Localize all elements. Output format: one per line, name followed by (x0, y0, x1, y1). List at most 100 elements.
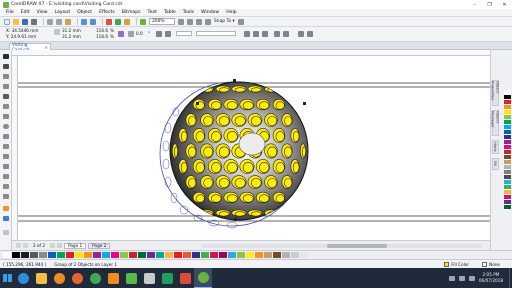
palette-swatch[interactable] (156, 252, 164, 258)
volume-icon[interactable] (458, 275, 465, 281)
palette-swatch[interactable] (93, 252, 101, 258)
artistic-media-icon[interactable] (3, 104, 9, 109)
menu-window[interactable]: Window (201, 10, 219, 15)
taskbar-media-button[interactable] (50, 268, 68, 288)
rectangle-tool-icon[interactable] (3, 114, 9, 119)
menu-tools[interactable]: Tools (183, 10, 194, 15)
mirror-horizontal-icon[interactable] (156, 31, 162, 37)
previous-page-button[interactable] (23, 243, 28, 248)
ellipse-tool-icon[interactable] (3, 124, 9, 129)
drawing-canvas[interactable] (18, 56, 490, 240)
crop-tool-icon[interactable] (3, 74, 9, 79)
transparency-icon[interactable] (3, 184, 9, 189)
palette-swatch[interactable] (192, 252, 200, 258)
options-gear-icon[interactable] (237, 18, 244, 25)
paste-icon[interactable] (65, 18, 71, 25)
minimize-button[interactable]: – (467, 0, 482, 9)
horizontal-scrollbar[interactable] (202, 243, 482, 248)
close-button[interactable]: ✕ (497, 0, 512, 9)
palette-swatch[interactable] (30, 252, 38, 258)
menu-text[interactable]: Text (148, 10, 157, 15)
pick-tool-icon[interactable] (3, 54, 9, 59)
connector-tool-icon[interactable] (3, 164, 9, 169)
group-icon[interactable] (244, 31, 250, 37)
palette-swatch[interactable] (129, 252, 137, 258)
palette-swatch[interactable] (111, 252, 119, 258)
snap-to-button[interactable]: Snap To ▾ (214, 19, 235, 24)
palette-swatch[interactable] (12, 252, 20, 258)
palette-swatch[interactable] (264, 252, 272, 258)
height-field[interactable]: 31.2 mm (62, 34, 81, 39)
object-properties-tab[interactable]: Object Properties (491, 80, 501, 106)
x-position-field[interactable]: X: 34.5446 mm (6, 28, 38, 33)
taskbar-app-button[interactable] (122, 268, 140, 288)
palette-swatch[interactable] (165, 252, 173, 258)
network-icon[interactable] (448, 275, 455, 281)
menu-effects[interactable]: Effects (99, 10, 115, 15)
smart-fill-icon[interactable] (3, 216, 9, 221)
palette-swatch[interactable] (48, 252, 56, 258)
palette-swatch[interactable] (504, 205, 511, 210)
align-distribute-icon[interactable] (298, 31, 304, 37)
palette-swatch[interactable] (291, 252, 299, 258)
import-icon[interactable] (106, 18, 112, 25)
palette-swatch[interactable] (147, 252, 155, 258)
palette-swatch[interactable] (84, 252, 92, 258)
document-tab[interactable]: Visiting Card.cdr × (9, 42, 51, 52)
page-tab-1[interactable]: Page 1 (64, 242, 87, 249)
zoom-tool-icon[interactable] (3, 84, 9, 89)
menu-help[interactable]: Help (226, 10, 236, 15)
scale-height-field[interactable]: 116.6 (96, 34, 108, 39)
full-screen-icon[interactable] (178, 18, 184, 25)
redo-icon[interactable] (90, 18, 96, 25)
palette-swatch[interactable] (174, 252, 182, 258)
taskbar-app-button[interactable] (140, 268, 158, 288)
width-field[interactable]: 31.2 mm (62, 28, 81, 33)
taskbar-app-button[interactable] (176, 268, 194, 288)
palette-swatch[interactable] (138, 252, 146, 258)
scale-width-field[interactable]: 116.6 (96, 28, 108, 33)
application-launcher-icon[interactable] (140, 18, 146, 25)
palette-swatch[interactable] (120, 252, 128, 258)
clock[interactable]: 2:05 PM 06/07/2018 (479, 272, 503, 284)
palette-swatch[interactable] (237, 252, 245, 258)
guidelines-icon[interactable] (205, 18, 211, 25)
fill-tab[interactable]: Fill (492, 158, 499, 170)
taskbar-vlc-button[interactable] (104, 268, 122, 288)
fill-color-swatch[interactable] (444, 261, 450, 267)
close-tab-icon[interactable]: × (44, 45, 48, 50)
menu-file[interactable]: File (6, 10, 14, 15)
palette-swatch[interactable] (210, 252, 218, 258)
save-icon[interactable] (22, 18, 28, 25)
taskbar-ie-button[interactable] (14, 268, 32, 288)
break-apart-icon[interactable] (283, 31, 289, 37)
last-page-button[interactable] (57, 243, 63, 248)
new-document-icon[interactable] (4, 18, 10, 25)
lock-ratio-icon[interactable] (118, 31, 124, 37)
interactive-fill-icon[interactable] (3, 206, 9, 211)
node-handle[interactable] (233, 79, 236, 82)
palette-swatch[interactable] (75, 252, 83, 258)
drop-shadow-icon[interactable] (3, 174, 9, 179)
menu-layout[interactable]: Layout (55, 10, 71, 15)
taskbar-explorer-button[interactable] (32, 268, 50, 288)
palette-swatch[interactable] (282, 252, 290, 258)
palette-swatch[interactable] (255, 252, 263, 258)
undo-icon[interactable] (81, 18, 87, 25)
palette-swatch[interactable] (57, 252, 65, 258)
open-folder-icon[interactable] (13, 18, 19, 25)
menu-bitmaps[interactable]: Bitmaps (122, 10, 141, 15)
menu-object[interactable]: Object (77, 10, 92, 15)
zoom-level-select[interactable]: 200% (149, 18, 175, 25)
page-tab-2[interactable]: Page 2 (88, 242, 111, 249)
cut-icon[interactable] (47, 18, 53, 25)
polygon-tool-icon[interactable] (3, 134, 9, 139)
hints-tab[interactable]: Hints (492, 140, 499, 154)
parallel-dimension-icon[interactable] (3, 154, 9, 159)
export-icon[interactable] (115, 18, 121, 25)
rulers-icon[interactable] (187, 18, 193, 25)
copy-icon[interactable] (56, 18, 62, 25)
combine-icon[interactable] (274, 31, 280, 37)
ungroup-icon[interactable] (253, 31, 259, 37)
start-button[interactable] (0, 268, 14, 288)
